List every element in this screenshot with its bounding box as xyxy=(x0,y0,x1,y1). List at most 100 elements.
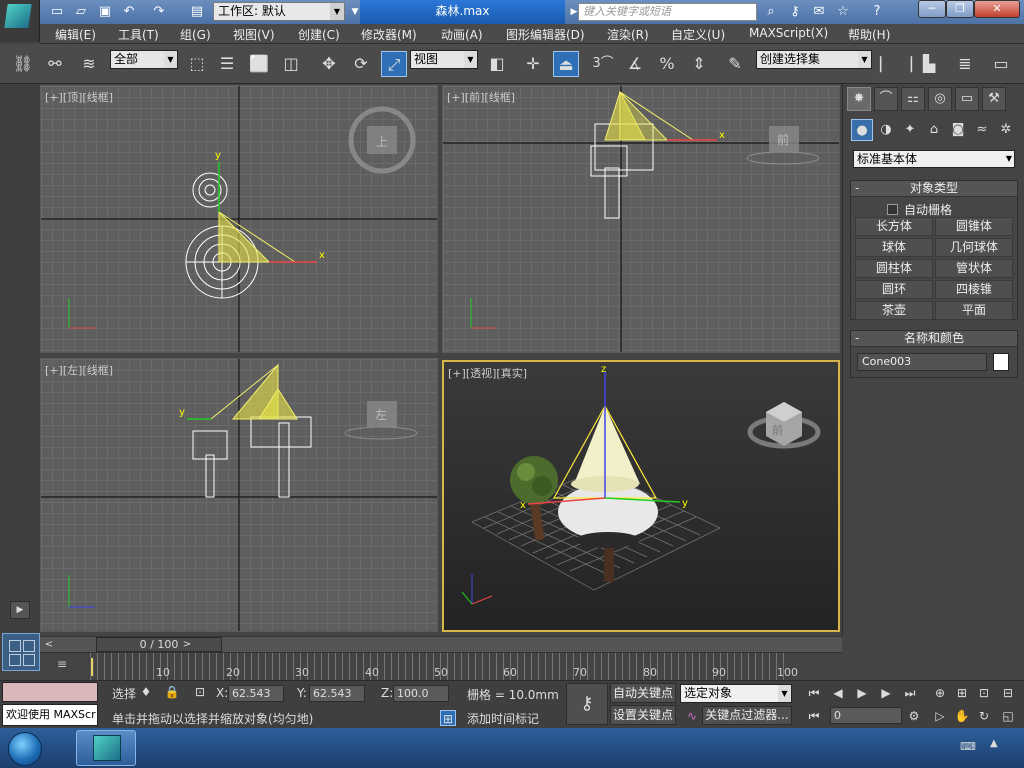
shapes-icon[interactable]: ◑ xyxy=(875,119,897,141)
orbit-icon[interactable]: ↻ xyxy=(976,708,992,724)
go-to-end-icon[interactable]: ⏭ xyxy=(902,685,918,701)
current-frame-field[interactable]: 0 xyxy=(830,707,902,724)
previous-frame-icon[interactable]: < xyxy=(42,637,56,652)
bind-space-warp-icon[interactable]: ≋ xyxy=(76,51,102,77)
add-time-tag[interactable]: 添加时间标记 xyxy=(467,710,539,727)
cameras-icon[interactable]: ⌂ xyxy=(923,119,945,141)
set-key-button[interactable]: 设置关键点 xyxy=(610,705,676,725)
viewport-perspective[interactable]: [+][透视][真实] z y x 前 xyxy=(442,360,840,632)
key-tangent-icon[interactable]: ∿ xyxy=(684,708,700,724)
auto-key-button[interactable]: 自动关键点 xyxy=(610,683,676,703)
menu-maxscript[interactable]: MAXScript(X) xyxy=(749,26,828,40)
track-bar[interactable]: ≡ 10 20 30 40 50 60 70 80 90 100 xyxy=(40,652,842,680)
tube-button[interactable]: 管状体 xyxy=(935,259,1013,278)
curve-editor-icon[interactable]: ≡ xyxy=(52,657,72,673)
display-tab-icon[interactable]: ▭ xyxy=(955,87,979,111)
key-filters-button[interactable]: 关键点过滤器... xyxy=(702,706,792,725)
keyboard-icon[interactable]: ⌨ xyxy=(960,740,980,754)
help-icon[interactable]: ? xyxy=(868,3,886,21)
reference-coordinate-dropdown[interactable]: 视图 ▼ xyxy=(410,50,478,69)
search-input[interactable]: 键入关键字或短语 xyxy=(578,3,757,21)
minimize-button[interactable]: ─ xyxy=(918,0,946,18)
open-file-icon[interactable]: ▱ xyxy=(72,3,90,21)
scale-icon[interactable]: ⤢ xyxy=(381,51,407,77)
mirror-icon[interactable]: ⎸⎹ xyxy=(880,51,912,77)
key-mode-dropdown[interactable]: 选定对象 ▼ xyxy=(680,684,792,703)
favorites-icon[interactable]: ☆ xyxy=(834,3,852,21)
set-key-icon[interactable]: ⚷ xyxy=(566,683,608,725)
maxscript-listener-mini[interactable] xyxy=(2,682,98,702)
maximize-viewport-icon[interactable]: ◱ xyxy=(1000,708,1016,724)
align-icon[interactable]: ▙ xyxy=(916,51,942,77)
close-button[interactable]: ✕ xyxy=(974,0,1020,18)
next-key-icon[interactable]: ▶ xyxy=(878,685,894,701)
z-coordinate-field[interactable]: 100.0 xyxy=(393,685,449,702)
unlink-icon[interactable]: ⚯ xyxy=(42,51,68,77)
play-icon[interactable]: ▶ xyxy=(854,685,870,701)
rotate-icon[interactable]: ⟳ xyxy=(348,51,374,77)
pivot-center-icon[interactable]: ◧ xyxy=(484,51,510,77)
geosphere-button[interactable]: 几何球体 xyxy=(935,238,1013,257)
start-button[interactable] xyxy=(4,730,48,766)
save-file-icon[interactable]: ▣ xyxy=(96,3,114,21)
field-of-view-icon[interactable]: ▷ xyxy=(932,708,948,724)
taskbar-app-3dsmax[interactable] xyxy=(76,730,136,766)
restore-button[interactable]: ❐ xyxy=(946,0,974,18)
menu-animation[interactable]: 动画(A) xyxy=(441,26,483,43)
graphite-ribbon-icon[interactable]: ▭ xyxy=(988,51,1014,77)
rectangular-selection-icon[interactable]: ⬜ xyxy=(246,51,272,77)
space-warps-icon[interactable]: ≈ xyxy=(971,119,993,141)
torus-button[interactable]: 圆环 xyxy=(855,280,933,299)
cone-button[interactable]: 圆锥体 xyxy=(935,217,1013,236)
previous-key-icon[interactable]: ◀ xyxy=(830,685,846,701)
x-coordinate-field[interactable]: 62.543 xyxy=(228,685,284,702)
undo-icon[interactable]: ↶ xyxy=(120,3,138,21)
viewcube-perspective[interactable]: 前 xyxy=(747,402,821,449)
tray-arrow-icon[interactable]: ▲ xyxy=(990,738,1004,754)
app-menu-button[interactable] xyxy=(0,0,40,42)
hierarchy-tab-icon[interactable]: ⚏ xyxy=(901,87,925,111)
utilities-tab-icon[interactable]: ⚒ xyxy=(982,87,1006,111)
name-color-header[interactable]: - 名称和颜色 xyxy=(851,331,1017,347)
menu-modifiers[interactable]: 修改器(M) xyxy=(361,26,417,43)
create-tab-icon[interactable]: ✸ xyxy=(847,87,871,111)
menu-group[interactable]: 组(G) xyxy=(180,26,211,43)
helpers-icon[interactable]: ◙ xyxy=(947,119,969,141)
viewcube-left[interactable]: 左 xyxy=(344,401,418,440)
mini-curve-editor-toggle[interactable] xyxy=(2,633,40,671)
spinner-snap-icon[interactable]: ⇕ xyxy=(686,51,712,77)
move-icon[interactable]: ✥ xyxy=(316,51,342,77)
named-selection-dropdown[interactable]: 创建选择集 ▼ xyxy=(756,50,872,69)
menu-help[interactable]: 帮助(H) xyxy=(848,26,890,43)
next-frame-icon[interactable]: > xyxy=(180,637,194,652)
time-indicator[interactable] xyxy=(90,657,94,677)
new-file-icon[interactable]: ▭ xyxy=(48,3,66,21)
modify-tab-icon[interactable]: ⌒ xyxy=(874,87,898,111)
link-icon[interactable]: ⛓ xyxy=(10,51,36,77)
menu-create[interactable]: 创建(C) xyxy=(298,26,340,43)
menu-views[interactable]: 视图(V) xyxy=(233,26,275,43)
cylinder-button[interactable]: 圆柱体 xyxy=(855,259,933,278)
plane-button[interactable]: 平面 xyxy=(935,301,1013,320)
percent-snap-icon[interactable]: % xyxy=(654,51,680,77)
time-tag-icon[interactable]: ⊞ xyxy=(440,710,456,726)
go-to-start-icon[interactable]: ⏮ xyxy=(806,685,822,701)
lights-icon[interactable]: ✦ xyxy=(899,119,921,141)
menu-customize[interactable]: 自定义(U) xyxy=(671,26,725,43)
absolute-mode-icon[interactable]: ⊡ xyxy=(192,684,208,700)
redo-icon[interactable]: ↷ xyxy=(150,3,168,21)
isolate-selection-icon[interactable]: ♦ xyxy=(138,684,154,700)
motion-tab-icon[interactable]: ◎ xyxy=(928,87,952,111)
workspace-dropdown[interactable]: 工作区: 默认 ▼ xyxy=(213,2,345,21)
viewcube-front[interactable]: 前 xyxy=(746,126,820,165)
viewport-front[interactable]: [+][前][线框] x 前 xyxy=(442,85,840,353)
viewcube-top[interactable]: 上 xyxy=(348,106,416,174)
window-crossing-icon[interactable]: ◫ xyxy=(278,51,304,77)
viewport-left[interactable]: [+][左][线框] y 左 xyxy=(40,358,438,632)
edit-named-selection-icon[interactable]: ✎ xyxy=(722,51,748,77)
snaps-toggle-icon[interactable]: 3⌒ xyxy=(590,51,616,77)
angle-snap-icon[interactable]: ∡ xyxy=(622,51,648,77)
binoculars-icon[interactable]: ⌕ xyxy=(762,3,780,21)
autogrid-checkbox[interactable]: 自动栅格 xyxy=(887,201,952,218)
selection-filter-dropdown[interactable]: 全部 ▼ xyxy=(110,50,178,69)
